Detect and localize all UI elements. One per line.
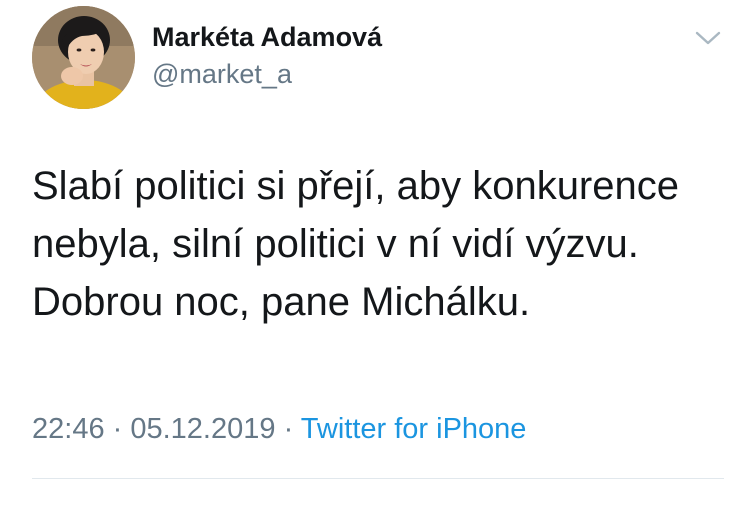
tweet-source-link[interactable]: Twitter for iPhone: [301, 413, 527, 445]
avatar[interactable]: [32, 6, 135, 109]
meta-separator: ·: [275, 413, 301, 445]
meta-separator: ·: [104, 413, 131, 445]
tweet-text: Slabí politici si přejí, aby konkurence …: [32, 157, 722, 331]
chevron-down-icon[interactable]: [694, 28, 722, 48]
tweet-meta: 22:46 · 05.12.2019 · Twitter for iPhone: [32, 413, 526, 446]
divider: [32, 478, 724, 479]
tweet-text-line: Dobrou noc, pane Michálku.: [32, 280, 531, 324]
tweet-text-line: Slabí politici si přejí, aby konkurence: [32, 164, 679, 208]
tweet-text-line: nebyla, silní politici v ní vidí výzvu.: [32, 222, 639, 266]
avatar-image: [32, 6, 135, 109]
tweet-date[interactable]: 05.12.2019: [130, 413, 275, 445]
tweet-time[interactable]: 22:46: [32, 413, 105, 445]
tweet: Markéta Adamová @market_a Slabí politici…: [0, 0, 750, 507]
author-name[interactable]: Markéta Adamová: [152, 22, 382, 53]
author-handle[interactable]: @market_a: [152, 59, 292, 90]
